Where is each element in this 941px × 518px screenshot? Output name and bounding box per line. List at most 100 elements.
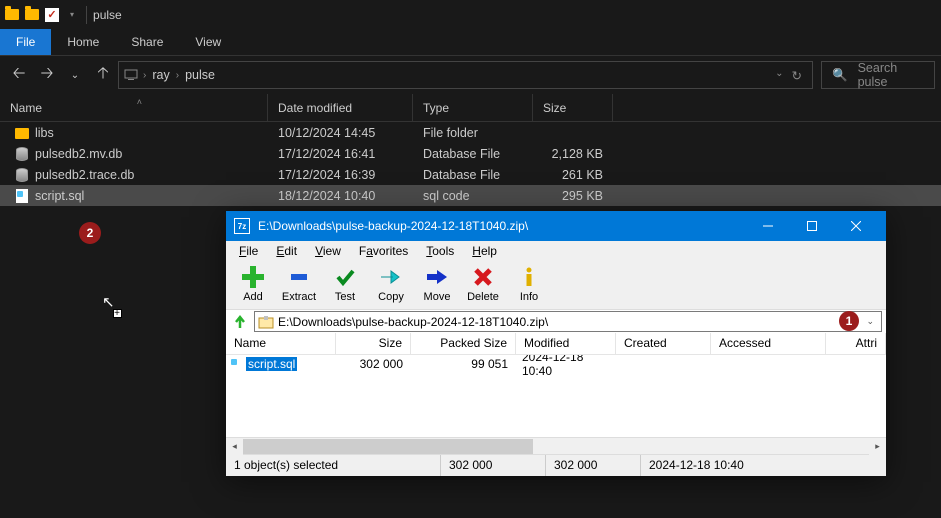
- search-input[interactable]: 🔍 Search pulse: [821, 61, 935, 89]
- file-date: 17/12/2024 16:39: [268, 168, 413, 182]
- chevron-down-icon[interactable]: ⌄: [862, 316, 878, 327]
- chevron-down-icon[interactable]: ▾: [70, 10, 74, 19]
- menu-tools[interactable]: Tools: [418, 243, 462, 259]
- column-headers: Name ˄ Date modified Type Size: [0, 94, 941, 122]
- file-type: File folder: [413, 126, 533, 140]
- col-type[interactable]: Type: [413, 94, 533, 121]
- zfile-size: 302 000: [336, 357, 411, 371]
- move-button[interactable]: Move: [414, 263, 460, 307]
- minimize-button[interactable]: [746, 211, 790, 241]
- file-name: script.sql: [35, 189, 84, 203]
- database-icon: [14, 167, 29, 182]
- address-bar[interactable]: › ray › pulse ⌄ ↻: [118, 61, 813, 89]
- minus-icon: [287, 265, 311, 289]
- recent-dropdown[interactable]: ⌄: [62, 61, 88, 89]
- database-icon: [14, 146, 29, 161]
- search-icon: 🔍: [832, 68, 848, 83]
- tab-home[interactable]: Home: [51, 29, 115, 55]
- file-list: libs 10/12/2024 14:45 File folder pulsed…: [0, 122, 941, 206]
- tool-label: Add: [243, 291, 263, 303]
- col-label: Name: [10, 101, 42, 115]
- zcol-packed-size[interactable]: Packed Size: [411, 333, 516, 354]
- zcol-size[interactable]: Size: [336, 333, 411, 354]
- plus-icon: [241, 265, 265, 289]
- x-icon: [471, 265, 495, 289]
- tab-share[interactable]: Share: [115, 29, 179, 55]
- close-button[interactable]: [834, 211, 878, 241]
- breadcrumb-item[interactable]: ray: [146, 68, 175, 82]
- status-size2: 302 000: [546, 455, 641, 476]
- sevenzip-file-row[interactable]: script.sql 302 000 99 051 2024-12-18 10:…: [226, 355, 886, 373]
- refresh-icon[interactable]: ↻: [792, 68, 802, 83]
- breadcrumb-item[interactable]: pulse: [179, 68, 221, 82]
- maximize-button[interactable]: [790, 211, 834, 241]
- file-row[interactable]: script.sql 18/12/2024 10:40 sql code 295…: [0, 185, 941, 206]
- check-icon: ✓: [44, 7, 60, 23]
- status-size1: 302 000: [441, 455, 546, 476]
- col-size[interactable]: Size: [533, 94, 613, 121]
- scroll-left-button[interactable]: ◂: [226, 438, 243, 455]
- zcol-modified[interactable]: Modified: [516, 333, 616, 354]
- sevenzip-address-bar[interactable]: E:\Downloads\pulse-backup-2024-12-18T104…: [254, 311, 882, 332]
- separator: [86, 6, 87, 24]
- sql-file-icon: [228, 357, 243, 372]
- tool-label: Test: [335, 291, 355, 303]
- menu-view[interactable]: View: [307, 243, 349, 259]
- file-name: libs: [35, 126, 54, 140]
- zcol-accessed[interactable]: Accessed: [711, 333, 826, 354]
- tab-file[interactable]: File: [0, 29, 51, 55]
- chevron-down-icon[interactable]: ⌄: [775, 68, 783, 83]
- zcol-name[interactable]: Name: [226, 333, 336, 354]
- folder-icon: [4, 7, 20, 23]
- up-folder-button[interactable]: [230, 312, 250, 332]
- check-icon: [333, 265, 357, 289]
- zfile-packed-size: 99 051: [411, 357, 516, 371]
- zfile-modified: 2024-12-18 10:40: [516, 355, 616, 378]
- annotation-badge-1: 1: [839, 311, 859, 331]
- status-date: 2024-12-18 10:40: [641, 455, 886, 476]
- menu-file[interactable]: File: [231, 243, 266, 259]
- col-date[interactable]: Date modified: [268, 94, 413, 121]
- menu-edit[interactable]: Edit: [268, 243, 305, 259]
- horizontal-scrollbar[interactable]: ◂ ▸: [226, 437, 886, 454]
- menu-help[interactable]: Help: [464, 243, 505, 259]
- back-button[interactable]: 🡠: [6, 61, 32, 89]
- pc-icon: [123, 67, 139, 83]
- tool-label: Info: [520, 291, 538, 303]
- folder-icon: [24, 7, 40, 23]
- forward-button[interactable]: 🡢: [34, 61, 60, 89]
- add-button[interactable]: Add: [230, 263, 276, 307]
- info-button[interactable]: Info: [506, 263, 552, 307]
- scroll-thumb[interactable]: [243, 439, 533, 454]
- menu-favorites[interactable]: Favorites: [351, 243, 416, 259]
- file-row[interactable]: pulsedb2.mv.db 17/12/2024 16:41 Database…: [0, 143, 941, 164]
- archive-icon: [258, 315, 274, 329]
- tool-label: Delete: [467, 291, 499, 303]
- sevenzip-titlebar[interactable]: 7z E:\Downloads\pulse-backup-2024-12-18T…: [226, 211, 886, 241]
- scroll-right-button[interactable]: ▸: [869, 438, 886, 455]
- cursor-icon: ↖+: [102, 293, 115, 311]
- zcol-created[interactable]: Created: [616, 333, 711, 354]
- file-size: 261 KB: [533, 168, 613, 182]
- zfile-name: script.sql: [246, 357, 297, 371]
- up-button[interactable]: 🡡: [90, 61, 116, 89]
- file-date: 10/12/2024 14:45: [268, 126, 413, 140]
- arrow-right-icon: [379, 265, 403, 289]
- test-button[interactable]: Test: [322, 263, 368, 307]
- file-type: sql code: [413, 189, 533, 203]
- sevenzip-toolbar: Add Extract Test Copy Move Delete Info: [226, 261, 886, 309]
- delete-button[interactable]: Delete: [460, 263, 506, 307]
- sevenzip-statusbar: 1 object(s) selected 302 000 302 000 202…: [226, 454, 886, 476]
- sevenzip-file-list: script.sql 302 000 99 051 2024-12-18 10:…: [226, 355, 886, 437]
- annotation-badge-2: 2: [79, 222, 101, 244]
- tool-label: Extract: [282, 291, 316, 303]
- col-name[interactable]: Name ˄: [0, 94, 268, 121]
- copy-button[interactable]: Copy: [368, 263, 414, 307]
- extract-button[interactable]: Extract: [276, 263, 322, 307]
- file-row[interactable]: pulsedb2.trace.db 17/12/2024 16:39 Datab…: [0, 164, 941, 185]
- file-row[interactable]: libs 10/12/2024 14:45 File folder: [0, 122, 941, 143]
- tab-view[interactable]: View: [179, 29, 237, 55]
- zcol-attributes[interactable]: Attri: [826, 333, 886, 354]
- ribbon-tabs: File Home Share View: [0, 29, 941, 56]
- file-name: pulsedb2.mv.db: [35, 147, 122, 161]
